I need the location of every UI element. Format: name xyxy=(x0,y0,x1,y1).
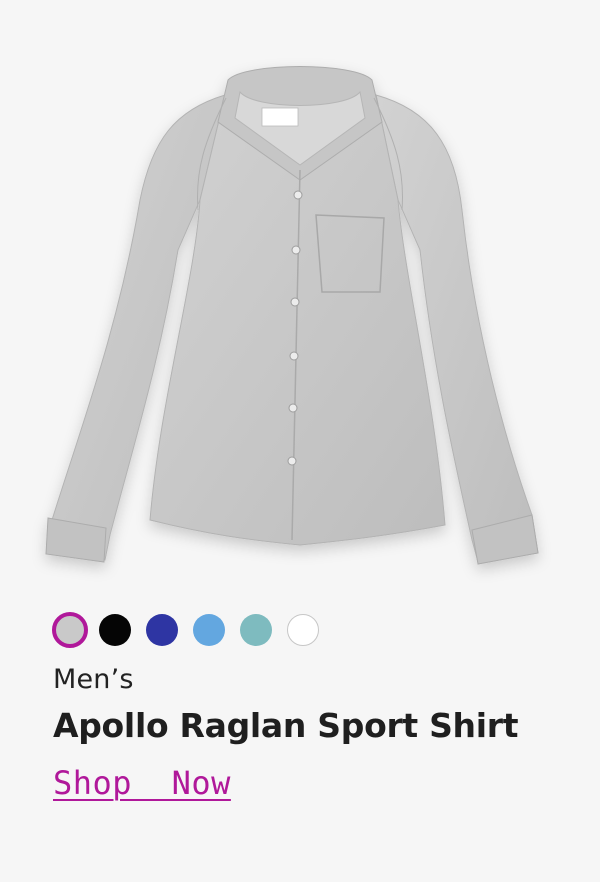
color-swatch[interactable] xyxy=(193,614,225,646)
product-title[interactable]: Apollo Raglan Sport Shirt xyxy=(53,706,519,745)
product-image[interactable] xyxy=(0,0,600,590)
shirt-icon xyxy=(45,66,539,565)
product-category: Men’s xyxy=(53,664,134,695)
color-swatch[interactable] xyxy=(52,612,88,648)
color-swatch[interactable] xyxy=(287,614,319,646)
color-swatch[interactable] xyxy=(240,614,272,646)
color-swatch[interactable] xyxy=(99,614,131,646)
color-swatch-list xyxy=(52,612,334,648)
shop-now-link[interactable]: Shop Now xyxy=(53,764,231,802)
color-swatch[interactable] xyxy=(146,614,178,646)
